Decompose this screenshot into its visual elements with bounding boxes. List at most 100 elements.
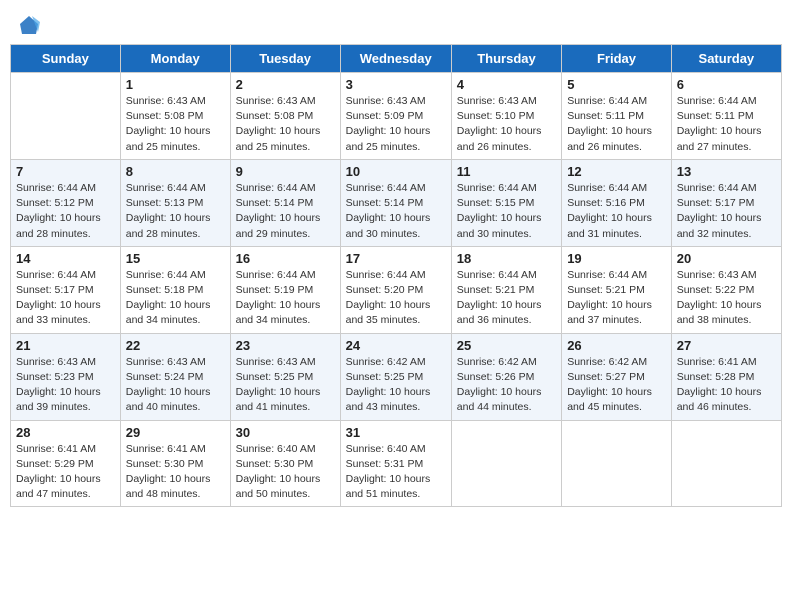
day-info: Sunrise: 6:40 AM Sunset: 5:31 PM Dayligh… — [346, 442, 446, 503]
calendar-cell: 18 Sunrise: 6:44 AM Sunset: 5:21 PM Dayli… — [451, 246, 561, 333]
day-info: Sunrise: 6:44 AM Sunset: 5:11 PM Dayligh… — [567, 94, 666, 155]
calendar-cell: 4 Sunrise: 6:43 AM Sunset: 5:10 PM Daylig… — [451, 73, 561, 160]
day-number: 23 — [236, 338, 335, 353]
day-number: 12 — [567, 164, 666, 179]
day-info: Sunrise: 6:42 AM Sunset: 5:27 PM Dayligh… — [567, 355, 666, 416]
day-of-week-header: Sunday — [11, 45, 121, 73]
calendar-cell: 14 Sunrise: 6:44 AM Sunset: 5:17 PM Dayli… — [11, 246, 121, 333]
day-info: Sunrise: 6:42 AM Sunset: 5:25 PM Dayligh… — [346, 355, 446, 416]
day-info: Sunrise: 6:44 AM Sunset: 5:17 PM Dayligh… — [16, 268, 115, 329]
day-info: Sunrise: 6:43 AM Sunset: 5:24 PM Dayligh… — [126, 355, 225, 416]
calendar-cell: 21 Sunrise: 6:43 AM Sunset: 5:23 PM Dayli… — [11, 333, 121, 420]
day-number: 9 — [236, 164, 335, 179]
logo — [16, 14, 40, 32]
day-number: 16 — [236, 251, 335, 266]
day-info: Sunrise: 6:44 AM Sunset: 5:15 PM Dayligh… — [457, 181, 556, 242]
calendar-cell: 7 Sunrise: 6:44 AM Sunset: 5:12 PM Daylig… — [11, 159, 121, 246]
day-number: 19 — [567, 251, 666, 266]
calendar-cell: 31 Sunrise: 6:40 AM Sunset: 5:31 PM Dayli… — [340, 420, 451, 507]
day-number: 10 — [346, 164, 446, 179]
calendar-cell: 2Sunrise: 6:43 AM Sunset: 5:08 PM Daylig… — [230, 73, 340, 160]
day-info: Sunrise: 6:44 AM Sunset: 5:20 PM Dayligh… — [346, 268, 446, 329]
day-number: 21 — [16, 338, 115, 353]
day-number: 26 — [567, 338, 666, 353]
calendar-cell — [671, 420, 781, 507]
day-number: 30 — [236, 425, 335, 440]
day-info: Sunrise: 6:41 AM Sunset: 5:29 PM Dayligh… — [16, 442, 115, 503]
day-number: 28 — [16, 425, 115, 440]
calendar-cell — [562, 420, 672, 507]
day-of-week-header: Friday — [562, 45, 672, 73]
calendar-cell: 5 Sunrise: 6:44 AM Sunset: 5:11 PM Daylig… — [562, 73, 672, 160]
calendar-cell: 27 Sunrise: 6:41 AM Sunset: 5:28 PM Dayli… — [671, 333, 781, 420]
calendar-cell: 3 Sunrise: 6:43 AM Sunset: 5:09 PM Daylig… — [340, 73, 451, 160]
day-of-week-header: Monday — [120, 45, 230, 73]
calendar-cell: 6 Sunrise: 6:44 AM Sunset: 5:11 PM Daylig… — [671, 73, 781, 160]
calendar-cell: 29 Sunrise: 6:41 AM Sunset: 5:30 PM Dayli… — [120, 420, 230, 507]
calendar-cell: 13 Sunrise: 6:44 AM Sunset: 5:17 PM Dayli… — [671, 159, 781, 246]
calendar-cell: 22 Sunrise: 6:43 AM Sunset: 5:24 PM Dayli… — [120, 333, 230, 420]
day-of-week-header: Wednesday — [340, 45, 451, 73]
calendar-cell: 25 Sunrise: 6:42 AM Sunset: 5:26 PM Dayli… — [451, 333, 561, 420]
day-info: Sunrise: 6:41 AM Sunset: 5:30 PM Dayligh… — [126, 442, 225, 503]
day-info: Sunrise: 6:40 AM Sunset: 5:30 PM Dayligh… — [236, 442, 335, 503]
calendar-cell — [451, 420, 561, 507]
day-of-week-header: Thursday — [451, 45, 561, 73]
day-number: 24 — [346, 338, 446, 353]
day-number: 13 — [677, 164, 776, 179]
day-number: 5 — [567, 77, 666, 92]
day-info: Sunrise: 6:43 AM Sunset: 5:23 PM Dayligh… — [16, 355, 115, 416]
calendar-cell: 17 Sunrise: 6:44 AM Sunset: 5:20 PM Dayli… — [340, 246, 451, 333]
calendar: SundayMondayTuesdayWednesdayThursdayFrid… — [10, 44, 782, 507]
day-info: Sunrise: 6:44 AM Sunset: 5:19 PM Dayligh… — [236, 268, 335, 329]
calendar-cell: 16 Sunrise: 6:44 AM Sunset: 5:19 PM Dayli… — [230, 246, 340, 333]
day-number: 27 — [677, 338, 776, 353]
day-info: Sunrise: 6:43 AM Sunset: 5:08 PM Dayligh… — [236, 94, 335, 155]
day-info: Sunrise: 6:43 AM Sunset: 5:09 PM Dayligh… — [346, 94, 446, 155]
day-info: Sunrise: 6:43 AM Sunset: 5:10 PM Dayligh… — [457, 94, 556, 155]
day-info: Sunrise: 6:44 AM Sunset: 5:17 PM Dayligh… — [677, 181, 776, 242]
calendar-cell: 24 Sunrise: 6:42 AM Sunset: 5:25 PM Dayli… — [340, 333, 451, 420]
day-number: 7 — [16, 164, 115, 179]
calendar-cell: 11Sunrise: 6:44 AM Sunset: 5:15 PM Dayli… — [451, 159, 561, 246]
calendar-cell: 9 Sunrise: 6:44 AM Sunset: 5:14 PM Daylig… — [230, 159, 340, 246]
day-number: 31 — [346, 425, 446, 440]
day-number: 20 — [677, 251, 776, 266]
day-info: Sunrise: 6:44 AM Sunset: 5:14 PM Dayligh… — [346, 181, 446, 242]
day-info: Sunrise: 6:44 AM Sunset: 5:21 PM Dayligh… — [457, 268, 556, 329]
calendar-cell: 26 Sunrise: 6:42 AM Sunset: 5:27 PM Dayli… — [562, 333, 672, 420]
day-number: 17 — [346, 251, 446, 266]
day-number: 1 — [126, 77, 225, 92]
calendar-cell: 10 Sunrise: 6:44 AM Sunset: 5:14 PM Dayli… — [340, 159, 451, 246]
calendar-cell: 20 Sunrise: 6:43 AM Sunset: 5:22 PM Dayli… — [671, 246, 781, 333]
calendar-cell — [11, 73, 121, 160]
calendar-cell: 19 Sunrise: 6:44 AM Sunset: 5:21 PM Dayli… — [562, 246, 672, 333]
day-info: Sunrise: 6:44 AM Sunset: 5:11 PM Dayligh… — [677, 94, 776, 155]
day-info: Sunrise: 6:44 AM Sunset: 5:21 PM Dayligh… — [567, 268, 666, 329]
day-info: Sunrise: 6:43 AM Sunset: 5:25 PM Dayligh… — [236, 355, 335, 416]
day-number: 15 — [126, 251, 225, 266]
day-info: Sunrise: 6:44 AM Sunset: 5:14 PM Dayligh… — [236, 181, 335, 242]
day-info: Sunrise: 6:42 AM Sunset: 5:26 PM Dayligh… — [457, 355, 556, 416]
logo-icon — [18, 14, 40, 36]
day-number: 3 — [346, 77, 446, 92]
calendar-cell: 1 Sunrise: 6:43 AM Sunset: 5:08 PM Daylig… — [120, 73, 230, 160]
day-info: Sunrise: 6:44 AM Sunset: 5:13 PM Dayligh… — [126, 181, 225, 242]
day-info: Sunrise: 6:43 AM Sunset: 5:22 PM Dayligh… — [677, 268, 776, 329]
day-number: 8 — [126, 164, 225, 179]
day-number: 18 — [457, 251, 556, 266]
day-number: 14 — [16, 251, 115, 266]
calendar-cell: 28 Sunrise: 6:41 AM Sunset: 5:29 PM Dayli… — [11, 420, 121, 507]
day-of-week-header: Saturday — [671, 45, 781, 73]
day-info: Sunrise: 6:44 AM Sunset: 5:12 PM Dayligh… — [16, 181, 115, 242]
day-number: 25 — [457, 338, 556, 353]
calendar-cell: 30 Sunrise: 6:40 AM Sunset: 5:30 PM Dayli… — [230, 420, 340, 507]
header — [10, 10, 782, 36]
calendar-cell: 12Sunrise: 6:44 AM Sunset: 5:16 PM Dayli… — [562, 159, 672, 246]
day-number: 22 — [126, 338, 225, 353]
day-info: Sunrise: 6:43 AM Sunset: 5:08 PM Dayligh… — [126, 94, 225, 155]
day-number: 6 — [677, 77, 776, 92]
day-info: Sunrise: 6:41 AM Sunset: 5:28 PM Dayligh… — [677, 355, 776, 416]
day-number: 29 — [126, 425, 225, 440]
day-number: 4 — [457, 77, 556, 92]
